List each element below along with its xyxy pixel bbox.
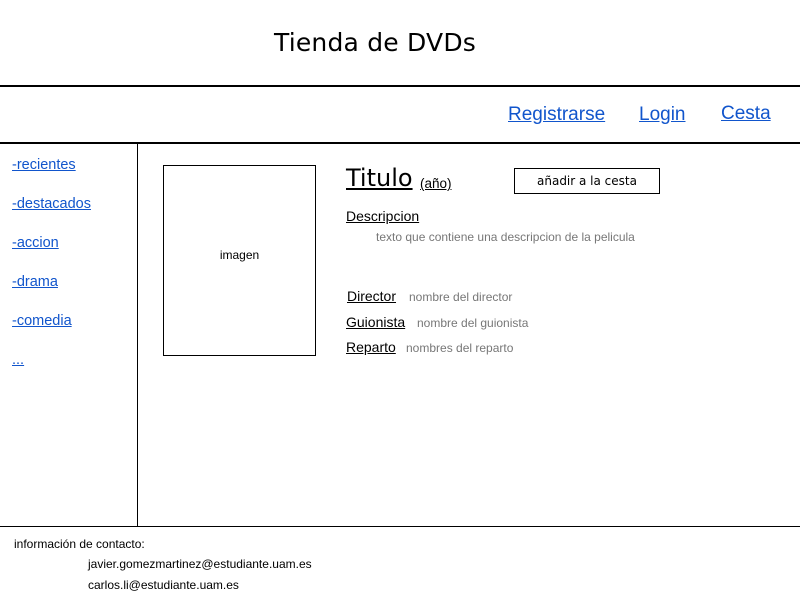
cast-value: nombres del reparto [406,341,514,355]
description-text: texto que contiene una descripcion de la… [376,230,635,244]
sidebar-item-comedia[interactable]: -comedia [12,313,72,329]
nav-divider [0,142,800,144]
contact-email: javier.gomezmartinez@estudiante.uam.es [88,557,312,571]
sidebar-item-drama[interactable]: -drama [12,274,58,290]
sidebar-item-recientes[interactable]: -recientes [12,157,76,173]
page: Tienda de DVDs Registrarse Login Cesta -… [0,0,800,600]
director-value: nombre del director [409,290,513,304]
contact-label: información de contacto: [14,537,145,551]
writer-value: nombre del guionista [417,316,529,330]
add-to-cart-button[interactable]: añadir a la cesta [514,168,660,194]
footer-divider [0,526,800,527]
movie-image-placeholder: imagen [163,165,316,356]
sidebar-item-accion[interactable]: -accion [12,235,59,251]
movie-image-label: imagen [219,248,260,262]
sidebar-item-destacados[interactable]: -destacados [12,196,91,212]
header-divider [0,85,800,87]
description-label: Descripcion [346,208,420,224]
director-label: Director [347,288,397,304]
writer-label: Guionista [346,314,406,330]
login-link[interactable]: Login [639,104,686,126]
cart-link[interactable]: Cesta [721,103,771,125]
register-link[interactable]: Registrarse [508,104,605,126]
sidebar-divider [137,143,138,526]
movie-title: Titulo [346,164,413,192]
movie-year: (año) [420,176,452,191]
cast-label: Reparto [346,339,396,355]
contact-email: carlos.li@estudiante.uam.es [88,578,239,592]
site-title: Tienda de DVDs [274,28,476,57]
sidebar-item-more[interactable]: ... [12,352,24,368]
